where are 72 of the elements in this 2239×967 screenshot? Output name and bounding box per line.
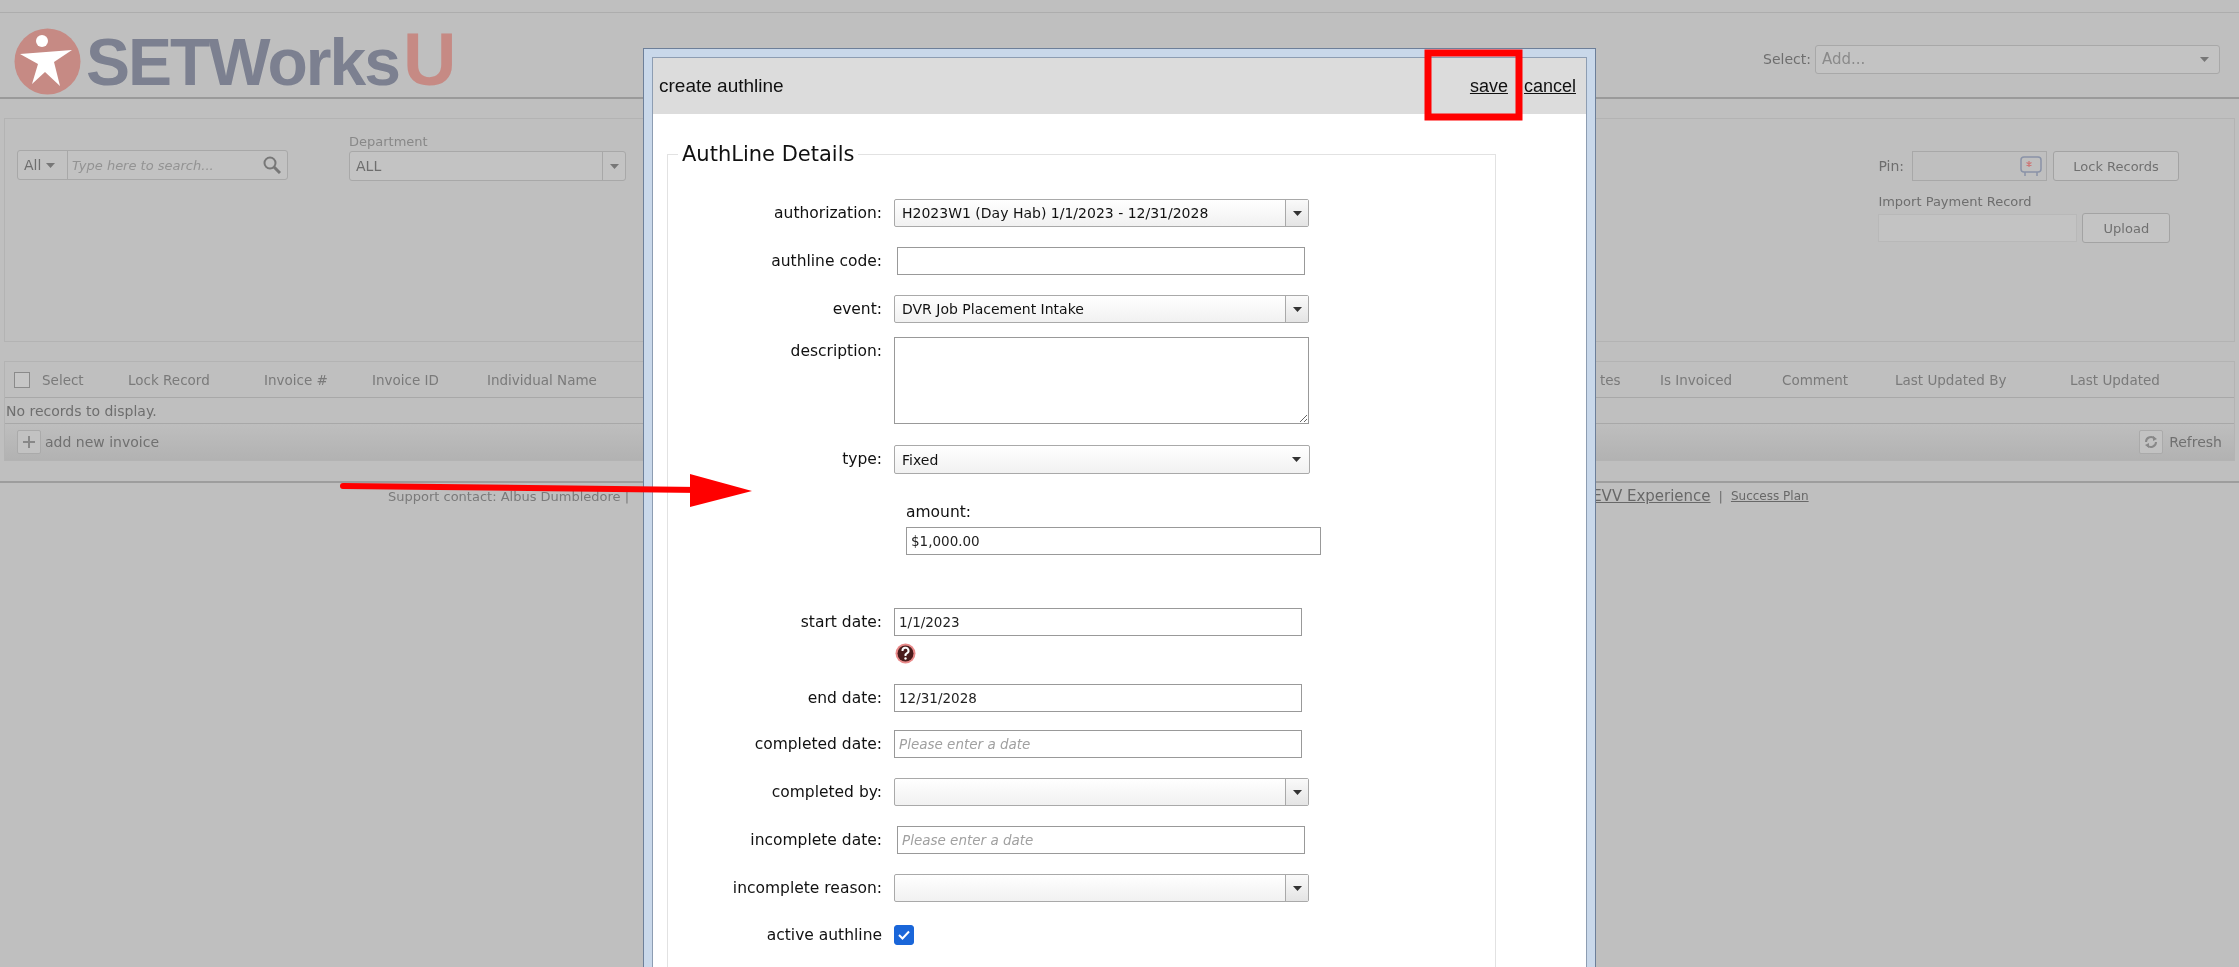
separator: |	[1718, 488, 1723, 504]
column-header[interactable]: Select	[42, 371, 84, 388]
column-header[interactable]: Invoice ID	[372, 371, 439, 388]
column-header[interactable]: Individual Name	[487, 371, 597, 388]
field-label: event:	[831, 299, 883, 320]
text-field[interactable]: Please enter a date	[897, 826, 1305, 854]
column-header[interactable]: Is Invoiced	[1660, 371, 1733, 388]
text-field[interactable]: Please enter a date	[894, 730, 1302, 758]
column-header[interactable]: Last Updated By	[1895, 371, 2007, 388]
field-label: completed by:	[770, 782, 883, 803]
field-label: type:	[841, 449, 883, 470]
caret-icon	[46, 162, 55, 168]
dropdown[interactable]	[894, 778, 1309, 806]
action-link[interactable]: cancel	[1523, 75, 1576, 97]
select-label: Select:	[1763, 51, 1811, 67]
checkbox[interactable]	[14, 371, 30, 388]
add-button[interactable]	[17, 430, 41, 454]
search-icon	[263, 156, 281, 174]
field-label: description:	[789, 341, 883, 362]
column-header[interactable]: Invoice #	[264, 371, 328, 388]
field-label: incomplete reason:	[731, 878, 883, 899]
keyboard-icon	[2020, 155, 2042, 177]
refresh-icon	[2144, 435, 2159, 449]
text-area[interactable]	[894, 337, 1309, 424]
refresh-link[interactable]: Refresh	[2169, 434, 2222, 450]
caret-icon	[1292, 306, 1302, 312]
footer-link[interactable]: Success Plan	[1730, 489, 1809, 503]
import-label: Import Payment Record	[1878, 194, 2033, 209]
dropdown[interactable]	[894, 874, 1309, 902]
checkmark-icon	[898, 930, 910, 940]
checkbox[interactable]	[894, 925, 914, 945]
pin-label: Pin:	[1878, 158, 1904, 174]
text-field[interactable]: 1/1/2023	[894, 608, 1302, 636]
caret-icon	[1291, 457, 1301, 462]
add-dropdown[interactable]: Add...	[1815, 44, 2220, 74]
section-title: AuthLine Details	[681, 142, 856, 166]
caret-icon	[1292, 210, 1302, 216]
plus-icon	[23, 436, 35, 448]
caret-icon	[609, 163, 619, 169]
field-label: authorization:	[773, 203, 883, 224]
dialog-title: create authline	[659, 75, 784, 97]
field-label: active authline	[765, 925, 883, 946]
logo-icon	[14, 27, 81, 95]
dropdown[interactable]: Fixed	[894, 445, 1310, 474]
lock-records-button[interactable]: Lock Records	[2053, 151, 2179, 181]
column-header[interactable]: Lock Record	[128, 371, 210, 388]
dropdown[interactable]: H2023W1 (Day Hab) 1/1/2023 - 12/31/2028	[894, 199, 1309, 227]
add-invoice-link[interactable]: add new invoice	[45, 434, 159, 450]
column-header[interactable]: Last Updated	[2070, 371, 2160, 388]
department-dropdown[interactable]: ALL	[349, 151, 626, 181]
column-header[interactable]: Comment	[1782, 371, 1849, 388]
pin-field[interactable]	[1912, 151, 2047, 181]
caret-icon	[1292, 789, 1302, 795]
field-label: completed date:	[753, 734, 883, 755]
dropdown[interactable]: DVR Job Placement Intake	[894, 295, 1309, 323]
logo-text: SETWorksU	[86, 25, 455, 97]
field-label: amount:	[906, 502, 973, 522]
text-field[interactable]	[897, 247, 1305, 275]
caret-icon	[1292, 885, 1302, 891]
empty-message: No records to display.	[6, 402, 157, 419]
scope-dropdown[interactable]: All	[18, 151, 68, 179]
upload-button[interactable]: Upload	[2082, 213, 2171, 243]
text-field[interactable]: 12/31/2028	[894, 684, 1302, 712]
field-label: authline code:	[770, 251, 883, 272]
field-label: incomplete date:	[749, 830, 883, 851]
refresh-button[interactable]	[2139, 430, 2164, 454]
field-label: end date:	[806, 688, 883, 709]
caret-icon	[2200, 56, 2209, 62]
column-header[interactable]: tes	[1600, 371, 1621, 388]
text-field[interactable]: $1,000.00	[906, 527, 1321, 555]
field-label: start date:	[799, 612, 883, 633]
action-link[interactable]: save	[1469, 75, 1508, 97]
